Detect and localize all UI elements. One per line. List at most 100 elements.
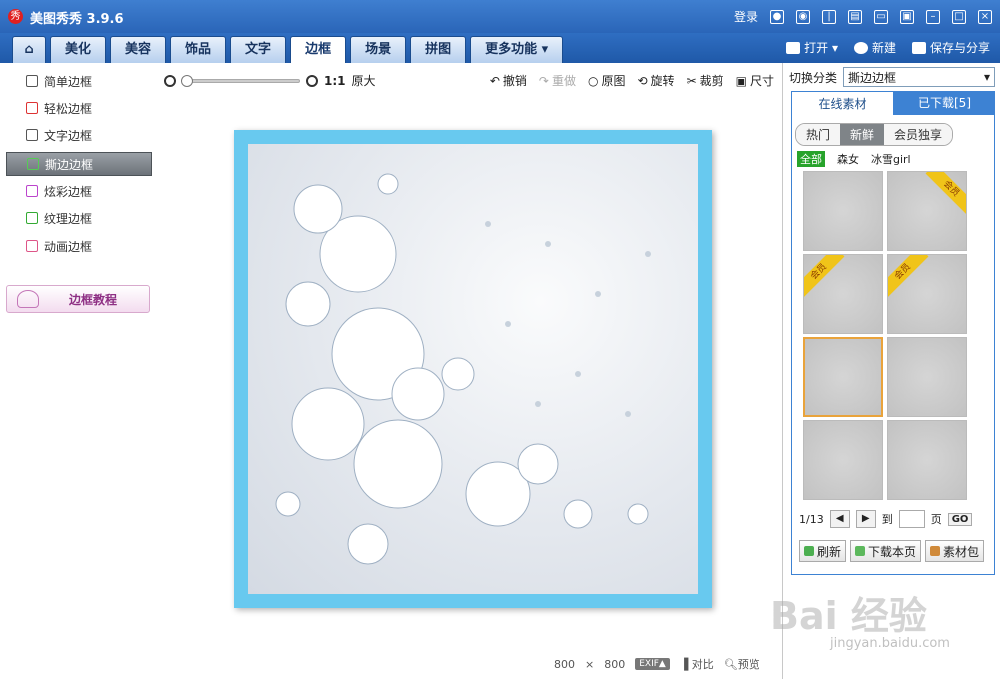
material-tags: 全部 森女 冰雪girl bbox=[797, 151, 911, 167]
tab-accessories[interactable]: 饰品 bbox=[170, 36, 227, 63]
preview-icon: 🔍︎ bbox=[723, 658, 738, 671]
page-info: 1/13 bbox=[799, 512, 824, 526]
material-thumbnail[interactable]: 会员 bbox=[887, 171, 967, 251]
category-select[interactable]: 撕边边框 ▾ bbox=[843, 67, 996, 87]
tutorial-label: 边框教程 bbox=[69, 292, 118, 307]
material-thumbnail[interactable] bbox=[803, 171, 883, 251]
category-torn-frame[interactable]: 撕边边框 bbox=[6, 152, 152, 176]
new-button[interactable]: 新建 bbox=[853, 39, 896, 56]
tab-downloaded[interactable]: 已下载[5] bbox=[894, 91, 995, 115]
menu-icon[interactable]: ▣ bbox=[900, 9, 914, 24]
status-bar: 800 × 800 EXIF▲ ▐ 对比 🔍︎预览 bbox=[554, 656, 760, 672]
tab-text[interactable]: 文字 bbox=[230, 36, 287, 63]
category-animated-frame[interactable]: 动画边框 bbox=[6, 234, 152, 258]
hand-icon bbox=[17, 290, 39, 308]
image-width: 800 bbox=[554, 657, 575, 671]
resize-icon: ▣ bbox=[735, 73, 747, 88]
goto-label: 到 bbox=[881, 513, 893, 526]
animated-frame-icon bbox=[26, 240, 38, 252]
resize-button[interactable]: ▣ 尺寸 bbox=[736, 72, 774, 89]
zoom-in-icon[interactable] bbox=[306, 74, 318, 87]
material-thumbnails: 会员 会员 会员 bbox=[803, 171, 969, 500]
material-thumbnail[interactable]: 会员 bbox=[887, 254, 967, 334]
material-thumbnail[interactable] bbox=[803, 420, 883, 500]
category-simple-frame[interactable]: 简单边框 bbox=[6, 69, 152, 93]
minimize-icon[interactable]: – bbox=[926, 9, 940, 24]
download-page-button[interactable]: 下载本页 bbox=[850, 540, 922, 562]
refresh-icon bbox=[804, 546, 814, 556]
material-thumbnail[interactable]: 会员 bbox=[803, 254, 883, 334]
app-logo-icon: 秀 bbox=[8, 9, 23, 24]
category-text-frame[interactable]: 文字边框 bbox=[6, 123, 152, 147]
redo-button[interactable]: ↷ 重做 bbox=[539, 72, 576, 89]
message-icon[interactable]: ▭ bbox=[874, 9, 888, 24]
category-colorful-frame[interactable]: 炫彩边框 bbox=[6, 179, 152, 203]
material-thumbnail-selected[interactable] bbox=[803, 337, 883, 417]
category-texture-frame[interactable]: 纹理边框 bbox=[6, 206, 152, 230]
page-unit: 页 bbox=[930, 513, 942, 526]
snowflake-artwork bbox=[275, 173, 651, 565]
refresh-button[interactable]: 刷新 bbox=[799, 540, 847, 562]
material-pack-button[interactable]: 素材包 bbox=[925, 540, 985, 562]
original-button[interactable]: ○ 原图 bbox=[588, 72, 626, 89]
zoom-out-icon[interactable] bbox=[164, 74, 176, 87]
compare-button[interactable]: ▐ 对比 bbox=[680, 656, 714, 672]
crop-button[interactable]: ✂ 裁剪 bbox=[687, 72, 724, 89]
zoom-slider-knob[interactable] bbox=[181, 74, 193, 87]
tab-beauty[interactable]: 美容 bbox=[110, 36, 167, 63]
preview-button[interactable]: 🔍︎预览 bbox=[724, 656, 760, 672]
baidu-watermark: Bai 经验 bbox=[770, 594, 927, 638]
original-size-button[interactable]: 原大 bbox=[352, 72, 376, 89]
tab-scene[interactable]: 场景 bbox=[350, 36, 407, 63]
weibo-icon[interactable]: ◉ bbox=[796, 9, 810, 24]
folder-icon bbox=[786, 41, 801, 54]
plus-icon bbox=[853, 41, 868, 54]
tag-all[interactable]: 全部 bbox=[797, 151, 825, 167]
exif-button[interactable]: EXIF▲ bbox=[635, 658, 670, 670]
filter-member[interactable]: 会员独享 bbox=[884, 124, 953, 145]
login-link[interactable]: 登录 bbox=[734, 8, 758, 25]
undo-button[interactable]: ↶ 撤销 bbox=[490, 72, 527, 89]
page-input[interactable] bbox=[898, 510, 925, 528]
tab-frame[interactable]: 边框 bbox=[290, 36, 347, 63]
go-button[interactable]: GO bbox=[947, 512, 973, 526]
pager: 1/13 ◀ ▶ 到 页 GO bbox=[799, 510, 973, 528]
member-ribbon: 会员 bbox=[925, 172, 966, 215]
category-easy-frame[interactable]: 轻松边框 bbox=[6, 96, 152, 120]
prev-page-button[interactable]: ◀ bbox=[829, 510, 850, 528]
material-source-tabs: 在线素材 已下载[5] bbox=[791, 91, 995, 115]
undo-icon: ↶ bbox=[489, 73, 500, 88]
skin-icon[interactable]: ▤ bbox=[848, 9, 862, 24]
next-page-button[interactable]: ▶ bbox=[855, 510, 876, 528]
tab-online-material[interactable]: 在线素材 bbox=[791, 91, 894, 115]
filter-new[interactable]: 新鲜 bbox=[840, 124, 885, 145]
scissors-icon: ✂ bbox=[686, 73, 697, 88]
save-share-button[interactable]: 保存与分享 bbox=[911, 39, 990, 56]
member-ribbon: 会员 bbox=[804, 255, 845, 298]
tag-ice-snow-girl[interactable]: 冰雪girl bbox=[871, 151, 911, 167]
material-thumbnail[interactable] bbox=[887, 337, 967, 417]
tab-beautify[interactable]: 美化 bbox=[50, 36, 107, 63]
edited-photo[interactable] bbox=[234, 130, 712, 608]
maximize-icon[interactable]: □ bbox=[952, 9, 966, 24]
home-icon: ⌂ bbox=[24, 42, 34, 57]
package-icon bbox=[930, 546, 941, 556]
material-thumbnail[interactable] bbox=[887, 420, 967, 500]
divider-icon: | bbox=[822, 9, 836, 24]
tab-home[interactable]: ⌂ bbox=[12, 36, 46, 63]
text-frame-icon bbox=[26, 129, 38, 141]
rotate-button[interactable]: ⟲ 旋转 bbox=[637, 72, 674, 89]
close-icon[interactable]: × bbox=[978, 9, 992, 24]
open-button[interactable]: 打开 ▾ bbox=[786, 39, 838, 56]
tab-collage[interactable]: 拼图 bbox=[410, 36, 467, 63]
zoom-ratio-button[interactable]: 1:1 bbox=[324, 74, 346, 88]
title-bar: 秀 美图秀秀 3.9.6 登录 ● ◉ | ▤ ▭ ▣ – □ × bbox=[0, 0, 1000, 33]
easy-frame-icon bbox=[26, 102, 38, 114]
tab-more[interactable]: 更多功能 ▾ bbox=[470, 36, 564, 63]
frame-tutorial-button[interactable]: 边框教程 bbox=[6, 285, 150, 313]
tag-forest-girl[interactable]: 森女 bbox=[837, 151, 859, 167]
colorful-frame-icon bbox=[26, 185, 38, 197]
zoom-slider[interactable] bbox=[181, 74, 300, 87]
filter-hot[interactable]: 热门 bbox=[796, 124, 841, 145]
qq-icon[interactable]: ● bbox=[770, 9, 784, 24]
